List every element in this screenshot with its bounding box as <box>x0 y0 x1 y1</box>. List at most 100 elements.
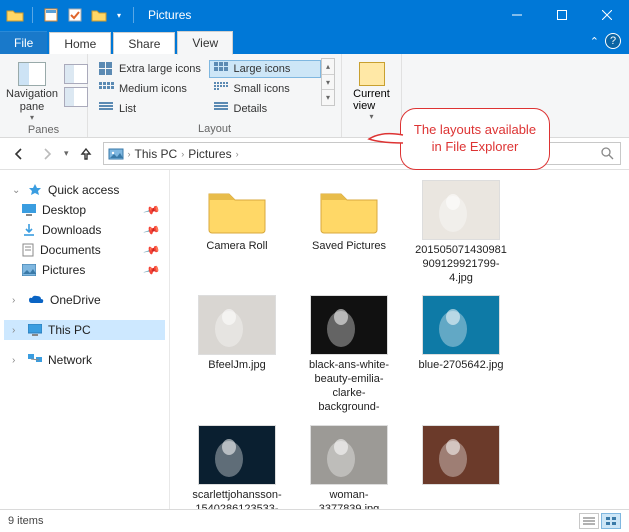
image-file-item[interactable]: black-ans-white-beauty-emilia-clarke-bac… <box>302 295 396 415</box>
minimize-button[interactable] <box>494 0 539 30</box>
layout-medium-icons[interactable]: Medium icons <box>94 80 207 98</box>
layout-large-icons[interactable]: Large icons <box>209 60 322 78</box>
onedrive-icon <box>28 295 44 306</box>
file-name-label: 201505071430981909129921799­4.jpg <box>414 244 508 285</box>
group-label-panes: Panes <box>6 122 81 136</box>
tab-view[interactable]: View <box>177 31 233 55</box>
layout-small-icons[interactable]: Small icons <box>209 80 322 98</box>
chevron-right-icon[interactable]: › <box>236 149 239 159</box>
qat-properties-icon[interactable] <box>41 5 61 25</box>
image-file-item[interactable] <box>414 425 508 509</box>
sidebar-network[interactable]: › Network <box>4 350 165 370</box>
maximize-button[interactable] <box>539 0 584 30</box>
image-file-item[interactable]: woman-3377839.jpg <box>302 425 396 509</box>
help-icon[interactable]: ? <box>605 33 621 49</box>
file-name-label: Saved Pictures <box>312 240 386 254</box>
breadcrumb-this-pc[interactable]: This PC <box>135 147 178 161</box>
file-name-label: blue-2705642.jpg <box>418 359 503 373</box>
image-file-item[interactable]: blue-2705642.jpg <box>414 295 508 415</box>
close-button[interactable] <box>584 0 629 30</box>
image-file-item[interactable]: scarlettjohansson-1540286123533-7846.jpg <box>190 425 284 509</box>
tab-home[interactable]: Home <box>49 32 111 55</box>
tab-file[interactable]: File <box>0 31 47 54</box>
sidebar-item-pictures[interactable]: Pictures📌 <box>4 260 165 280</box>
navigation-pane-label: Navigation pane <box>6 88 58 113</box>
layout-details[interactable]: Details <box>209 100 322 118</box>
qat-dropdown-icon[interactable]: ▾ <box>113 11 125 20</box>
image-file-item[interactable]: BfeelJm.jpg <box>190 295 284 415</box>
window-title: Pictures <box>138 8 494 22</box>
file-view[interactable]: Camera Roll Saved Pictures 201505071430981… <box>170 170 629 509</box>
ribbon-group-current-view: Current view ▾ <box>342 54 402 137</box>
file-name-label: scarlettjohansson-1540286123533-7846.jpg <box>190 489 284 509</box>
folder-item[interactable]: Camera Roll <box>190 180 284 285</box>
details-pane-button[interactable] <box>64 87 88 107</box>
layout-gallery-scroll[interactable]: ▴▾▾ <box>321 58 335 106</box>
chevron-right-icon[interactable]: › <box>181 149 184 159</box>
sidebar-item-downloads[interactable]: Downloads📌 <box>4 220 165 240</box>
separator <box>133 7 134 23</box>
layout-list[interactable]: List <box>94 100 207 118</box>
group-label-layout: Layout <box>94 121 335 135</box>
image-file-item[interactable]: 201505071430981909129921799­4.jpg <box>414 180 508 285</box>
documents-icon <box>22 243 34 257</box>
folder-item[interactable]: Saved Pictures <box>302 180 396 285</box>
status-item-count: 9 items <box>8 515 43 527</box>
search-icon <box>601 147 614 160</box>
chevron-right-icon[interactable]: › <box>128 149 131 159</box>
file-name-label: Camera Roll <box>206 240 267 254</box>
sidebar-item-desktop[interactable]: Desktop📌 <box>4 200 165 220</box>
preview-pane-button[interactable] <box>64 64 88 84</box>
network-icon <box>28 354 42 366</box>
forward-button[interactable] <box>36 143 58 165</box>
image-thumb <box>422 295 500 355</box>
folder-icon <box>6 7 24 23</box>
chevron-right-icon: › <box>12 355 22 366</box>
downloads-icon <box>22 223 36 237</box>
view-large-icons-button[interactable] <box>601 513 621 529</box>
star-icon <box>28 183 42 197</box>
pin-icon: 📌 <box>143 241 161 259</box>
image-thumb <box>310 425 388 485</box>
breadcrumb[interactable]: › This PC › Pictures › ▾ <box>103 142 445 165</box>
up-button[interactable] <box>75 143 97 165</box>
ribbon-group-panes: Navigation pane ▾ Panes <box>0 54 88 137</box>
chevron-right-icon: › <box>12 325 22 336</box>
pin-icon: 📌 <box>143 221 161 239</box>
ribbon-group-layout: Extra large icons Large icons Medium ico… <box>88 54 342 137</box>
ribbon-collapse-icon[interactable]: ⌃ <box>590 35 599 48</box>
sidebar-item-documents[interactable]: Documents📌 <box>4 240 165 260</box>
navigation-pane-button[interactable]: Navigation pane ▾ <box>6 62 58 122</box>
ribbon-tabbar: File Home Share View ⌃ ? <box>0 30 629 54</box>
image-thumb <box>310 295 388 355</box>
back-button[interactable] <box>8 143 30 165</box>
chevron-down-icon: ⌄ <box>12 185 22 196</box>
file-name-label: black-ans-white-beauty-emilia-clarke-bac… <box>302 359 396 415</box>
history-dropdown-icon[interactable]: ▾ <box>64 148 69 159</box>
tab-share[interactable]: Share <box>113 32 175 55</box>
folder-thumb-icon <box>201 180 273 236</box>
file-name-label: woman-3377839.jpg <box>302 489 396 509</box>
image-thumb <box>422 180 500 240</box>
view-details-button[interactable] <box>579 513 599 529</box>
separator <box>32 7 33 23</box>
callout-annotation: The layouts available in File Explorer <box>400 108 550 170</box>
layout-extra-large-icons[interactable]: Extra large icons <box>94 60 207 78</box>
image-thumb <box>198 425 276 485</box>
folder-small-icon[interactable] <box>89 5 109 25</box>
navigation-sidebar: ⌄ Quick access Desktop📌 Downloads📌 Docum… <box>0 170 170 509</box>
sidebar-quick-access[interactable]: ⌄ Quick access <box>4 180 165 200</box>
image-thumb <box>198 295 276 355</box>
sidebar-onedrive[interactable]: › OneDrive <box>4 290 165 310</box>
breadcrumb-pictures[interactable]: Pictures <box>188 147 231 161</box>
desktop-icon <box>22 204 36 216</box>
pin-icon: 📌 <box>143 201 161 219</box>
current-view-button[interactable]: Current view ▾ <box>348 58 395 121</box>
ribbon: Navigation pane ▾ Panes Extra large icon… <box>0 54 629 138</box>
view-switcher <box>579 513 621 529</box>
qat-check-icon[interactable] <box>65 5 85 25</box>
pictures-icon <box>22 264 36 276</box>
pictures-library-icon <box>108 147 124 161</box>
sidebar-this-pc[interactable]: › This PC <box>4 320 165 340</box>
quick-access-toolbar: ▾ <box>0 5 138 25</box>
